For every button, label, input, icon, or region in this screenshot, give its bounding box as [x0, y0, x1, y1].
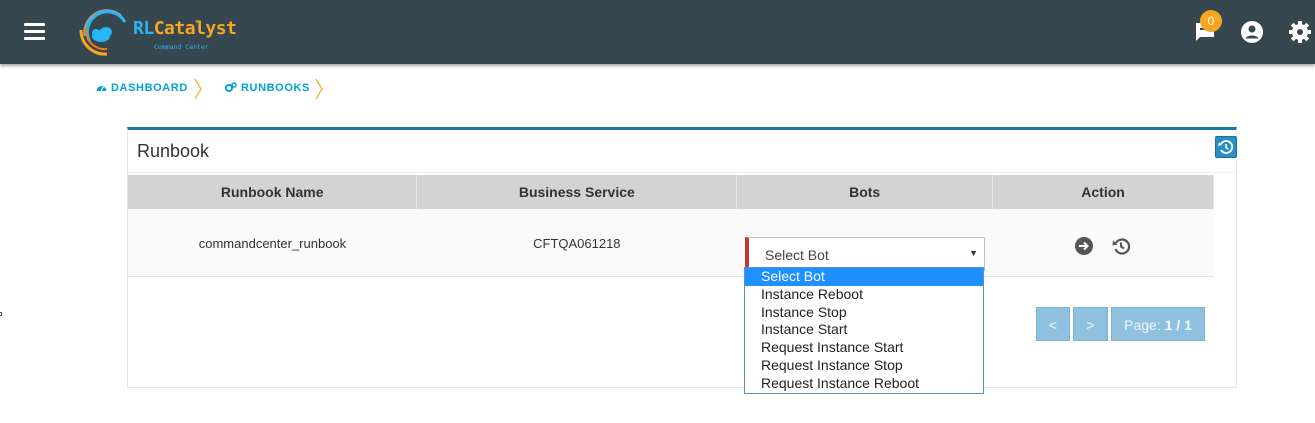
breadcrumb-separator [315, 78, 323, 100]
breadcrumb-separator [194, 78, 202, 100]
logo-text: RLCatalyst [133, 18, 237, 39]
edge-marker [0, 312, 2, 316]
page-indicator: Page: 1 / 1 [1111, 307, 1205, 341]
bot-option-request-instance-stop[interactable]: Request Instance Stop [745, 357, 983, 375]
column-header-action[interactable]: Action [992, 175, 1214, 209]
column-header-bots[interactable]: Bots [736, 175, 994, 209]
bot-option-request-instance-reboot[interactable]: Request Instance Reboot [745, 375, 983, 393]
bot-select-value: Select Bot [765, 247, 829, 263]
menu-icon[interactable] [24, 23, 45, 41]
runbooks-icon [225, 82, 237, 92]
bot-option-instance-reboot[interactable]: Instance Reboot [745, 286, 983, 304]
panel-title: Runbook [137, 141, 210, 161]
column-header-business-service[interactable]: Business Service [416, 175, 738, 209]
logo-mark-icon [79, 9, 127, 56]
column-header-runbook-name[interactable]: Runbook Name [128, 175, 418, 209]
history-icon[interactable] [1111, 236, 1131, 256]
business-service-cell: CFTQA061218 [416, 209, 737, 277]
notification-badge: 0 [1200, 10, 1222, 32]
runbook-name-cell: commandcenter_runbook [128, 209, 417, 277]
bot-option-instance-start[interactable]: Instance Start [745, 321, 983, 339]
next-page-button[interactable]: > [1073, 307, 1108, 341]
run-arrow-icon[interactable] [1074, 236, 1094, 256]
history-icon [1218, 140, 1234, 154]
history-button[interactable] [1215, 136, 1237, 158]
app-logo[interactable]: RLCatalyst Command Center [77, 6, 237, 58]
panel-divider [128, 172, 1236, 173]
top-navbar: RLCatalyst Command Center 0 [0, 0, 1315, 64]
bot-select-dropdown[interactable]: Select Bot Instance Reboot Instance Stop… [744, 267, 984, 394]
bot-option-instance-stop[interactable]: Instance Stop [745, 304, 983, 322]
bot-select[interactable]: Select Bot ▼ [745, 237, 985, 271]
prev-page-button[interactable]: < [1036, 307, 1070, 341]
bot-option-request-instance-start[interactable]: Request Instance Start [745, 339, 983, 357]
logo-subtitle: Command Center [154, 43, 209, 51]
settings-icon[interactable] [1288, 20, 1312, 44]
action-cell [992, 209, 1214, 277]
breadcrumb-runbooks[interactable]: RUNBOOKS [225, 82, 310, 94]
bot-option-select-bot[interactable]: Select Bot [745, 268, 983, 286]
chevron-down-icon: ▼ [969, 248, 978, 258]
dashboard-icon [96, 86, 107, 92]
runbook-panel: Runbook Runbook Name Business Service Bo… [127, 127, 1237, 388]
account-icon[interactable] [1240, 20, 1264, 44]
table-row: commandcenter_runbook CFTQA061218 [128, 209, 1214, 277]
breadcrumb-dashboard[interactable]: DASHBOARD [96, 82, 188, 94]
runbook-table: Runbook Name Business Service Bots Actio… [128, 175, 1214, 277]
